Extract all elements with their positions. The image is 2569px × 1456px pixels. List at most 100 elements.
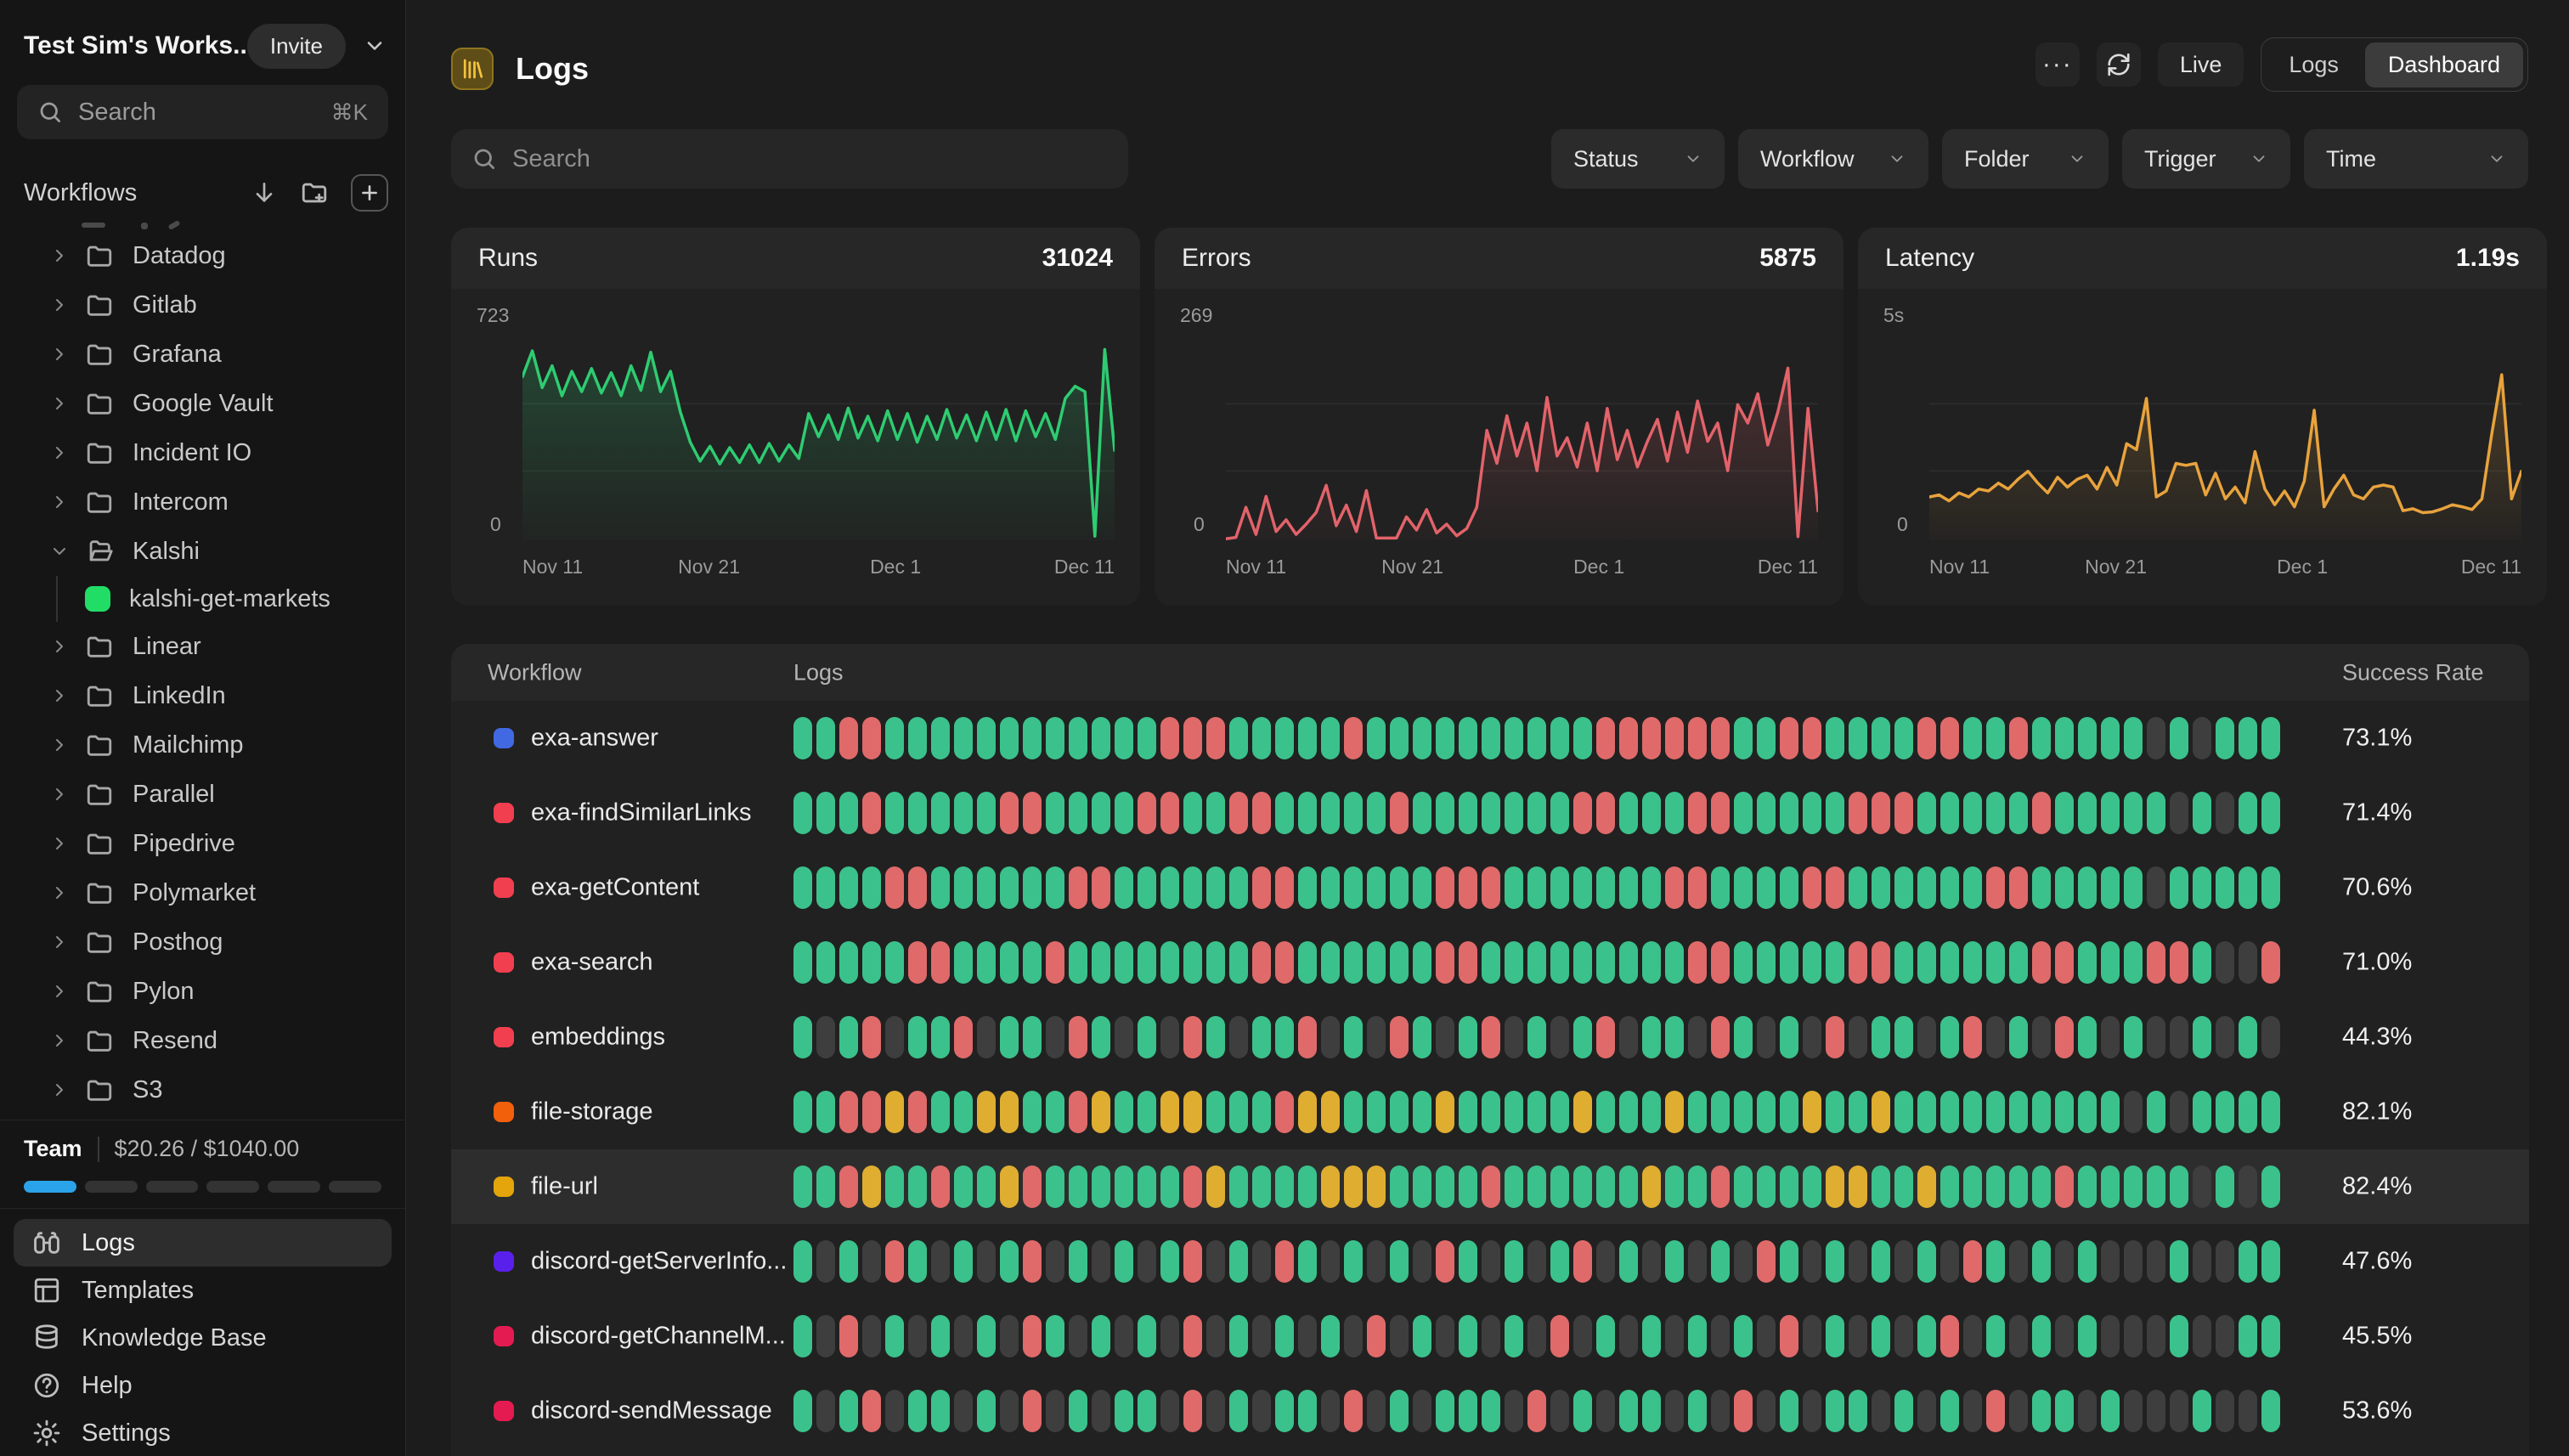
log-pill[interactable] [2239, 866, 2257, 909]
log-pill[interactable] [1413, 1390, 1431, 1432]
log-pill[interactable] [1527, 1165, 1546, 1208]
log-pill[interactable] [1000, 1016, 1019, 1058]
log-pill[interactable] [1665, 1390, 1684, 1432]
log-pill[interactable] [1619, 792, 1638, 834]
log-pill[interactable] [977, 1390, 996, 1432]
log-pill[interactable] [885, 1091, 904, 1133]
log-pill[interactable] [793, 717, 812, 759]
log-pill[interactable] [931, 717, 950, 759]
log-pill[interactable] [1711, 1091, 1730, 1133]
log-pill[interactable] [1734, 1240, 1753, 1283]
log-pill[interactable] [1872, 1390, 1890, 1432]
log-pill[interactable] [2032, 717, 2051, 759]
log-pill[interactable] [2055, 1390, 2074, 1432]
log-pill[interactable] [2147, 1016, 2165, 1058]
log-pill[interactable] [2216, 866, 2234, 909]
log-pill[interactable] [1275, 717, 1294, 759]
log-pill[interactable] [1023, 1016, 1042, 1058]
log-pill[interactable] [1550, 717, 1569, 759]
log-pill[interactable] [1390, 1165, 1409, 1208]
log-pill[interactable] [2009, 1016, 2028, 1058]
log-pill[interactable] [1872, 792, 1890, 834]
log-pill[interactable] [1046, 717, 1064, 759]
log-pill[interactable] [2147, 1390, 2165, 1432]
log-pill[interactable] [1780, 941, 1798, 984]
log-pill[interactable] [2170, 1091, 2188, 1133]
log-pill[interactable] [1344, 717, 1363, 759]
log-pill[interactable] [1275, 1390, 1294, 1432]
log-pill[interactable] [1321, 1315, 1340, 1357]
log-pill[interactable] [1963, 941, 1982, 984]
log-pill[interactable] [1390, 866, 1409, 909]
log-pill[interactable] [1229, 1016, 1248, 1058]
log-pill[interactable] [1986, 1240, 2005, 1283]
log-pill[interactable] [1780, 717, 1798, 759]
log-pill[interactable] [1826, 792, 1844, 834]
sidebar-folder-incident-io[interactable]: Incident IO [0, 428, 405, 477]
log-pill[interactable] [839, 792, 858, 834]
log-pill[interactable] [885, 717, 904, 759]
log-pill[interactable] [1252, 1165, 1271, 1208]
log-pill[interactable] [1138, 941, 1156, 984]
log-pill[interactable] [1413, 717, 1431, 759]
log-pill[interactable] [1321, 941, 1340, 984]
log-pill[interactable] [2170, 1390, 2188, 1432]
log-pill[interactable] [2124, 1016, 2143, 1058]
log-pill[interactable] [1573, 941, 1592, 984]
log-pill[interactable] [1734, 1016, 1753, 1058]
log-pill[interactable] [1642, 1091, 1661, 1133]
log-pill[interactable] [862, 1240, 881, 1283]
log-pill[interactable] [2032, 1165, 2051, 1208]
log-pill[interactable] [1505, 717, 1523, 759]
chevron-right-icon[interactable] [49, 492, 70, 512]
sidebar-search-input[interactable]: Search ⌘K [17, 85, 388, 139]
sidebar-folder-mailchimp[interactable]: Mailchimp [0, 720, 405, 770]
log-pill[interactable] [1734, 1165, 1753, 1208]
log-pill[interactable] [1573, 1165, 1592, 1208]
chevron-right-icon[interactable] [49, 443, 70, 463]
log-pill[interactable] [1183, 866, 1202, 909]
log-pill[interactable] [1344, 1165, 1363, 1208]
log-pill[interactable] [1872, 1091, 1890, 1133]
log-pill[interactable] [1826, 866, 1844, 909]
log-pill[interactable] [1092, 1165, 1110, 1208]
log-pill[interactable] [1619, 1315, 1638, 1357]
log-pill[interactable] [1940, 1165, 1959, 1208]
log-pill[interactable] [1252, 1091, 1271, 1133]
log-pill[interactable] [2078, 1091, 2097, 1133]
log-pill[interactable] [1482, 1315, 1500, 1357]
log-pill[interactable] [1711, 792, 1730, 834]
log-pill[interactable] [2170, 717, 2188, 759]
log-pill[interactable] [1115, 717, 1133, 759]
log-pill[interactable] [2193, 1091, 2211, 1133]
workspace-chevron-down-icon[interactable] [363, 34, 387, 58]
log-pill[interactable] [1849, 1165, 1867, 1208]
log-pill[interactable] [1436, 866, 1454, 909]
log-pill[interactable] [2261, 1091, 2280, 1133]
log-pill[interactable] [908, 1390, 927, 1432]
log-pill[interactable] [816, 866, 835, 909]
log-pill[interactable] [1252, 1315, 1271, 1357]
log-pill[interactable] [1436, 941, 1454, 984]
log-pill[interactable] [1963, 1390, 1982, 1432]
log-pill[interactable] [2147, 1240, 2165, 1283]
log-pill[interactable] [1344, 1390, 1363, 1432]
log-pill[interactable] [1826, 1016, 1844, 1058]
log-pill[interactable] [1436, 792, 1454, 834]
log-pill[interactable] [1803, 941, 1821, 984]
log-pill[interactable] [1711, 941, 1730, 984]
log-pill[interactable] [1596, 1091, 1615, 1133]
log-pill[interactable] [1505, 1390, 1523, 1432]
log-pill[interactable] [1298, 941, 1317, 984]
log-pill[interactable] [1413, 1091, 1431, 1133]
log-pill[interactable] [1138, 866, 1156, 909]
log-pill[interactable] [1092, 1315, 1110, 1357]
log-pill[interactable] [1344, 1240, 1363, 1283]
chevron-right-icon[interactable] [49, 833, 70, 854]
log-pill[interactable] [839, 1165, 858, 1208]
sidebar-workflow-kalshi-get-markets[interactable]: kalshi-get-markets [0, 576, 405, 622]
log-pill[interactable] [2124, 1240, 2143, 1283]
log-pill[interactable] [1550, 866, 1569, 909]
log-pill[interactable] [1482, 1240, 1500, 1283]
log-pill[interactable] [1986, 1165, 2005, 1208]
